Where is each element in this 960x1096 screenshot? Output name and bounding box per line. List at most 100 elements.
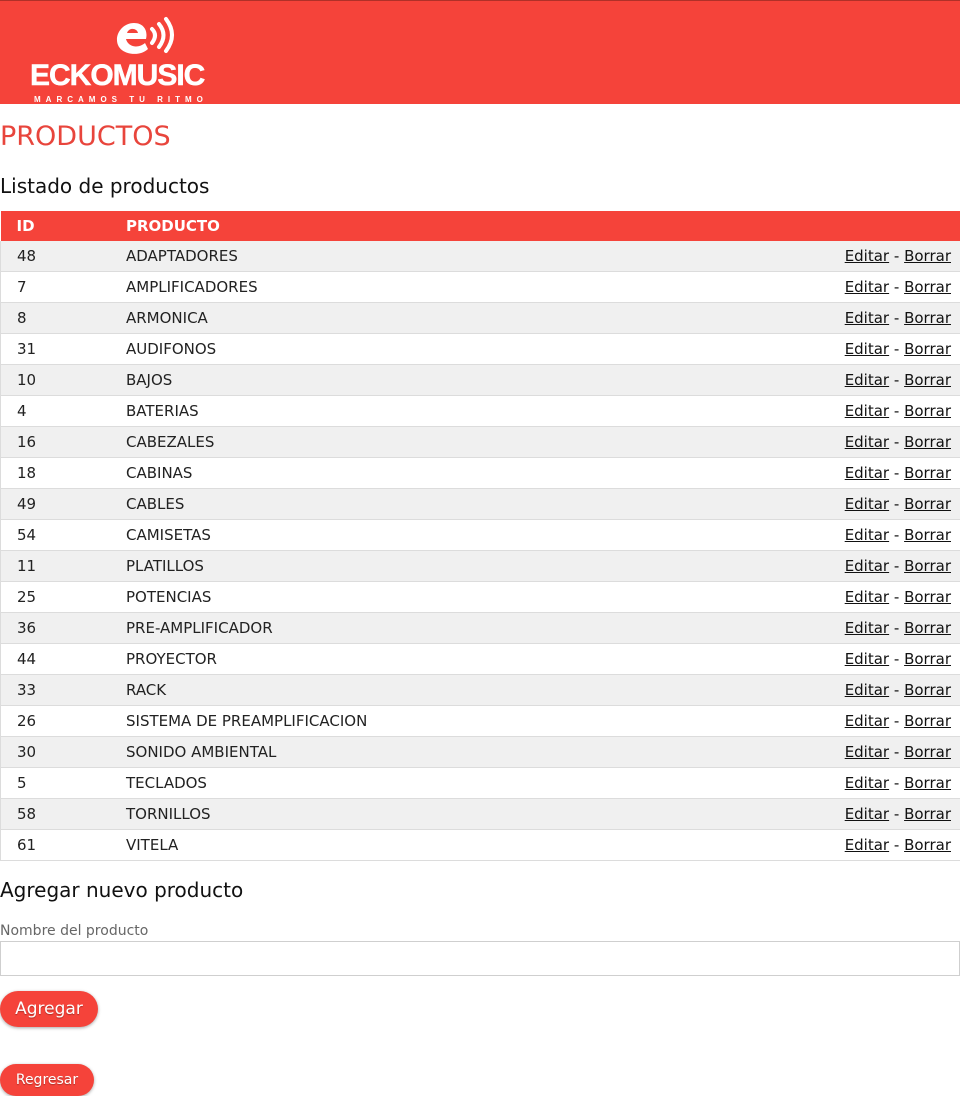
product-name: VITELA [126,829,691,861]
delete-link[interactable]: Borrar [904,619,951,637]
logo-tagline: MARCAMOS TU RITMO [34,95,208,104]
delete-link[interactable]: Borrar [904,557,951,575]
product-id: 10 [0,364,126,396]
table-row: 18 CABINAS Editar - Borrar [0,457,960,489]
action-separator: - [893,712,900,730]
edit-link[interactable]: Editar [845,619,889,637]
product-name: PLATILLOS [126,550,691,582]
action-separator: - [893,619,900,637]
delete-link[interactable]: Borrar [904,836,951,854]
product-name: CABLES [126,488,691,520]
product-id: 5 [0,767,126,799]
edit-link[interactable]: Editar [845,464,889,482]
row-actions: Editar - Borrar [690,241,960,272]
edit-link[interactable]: Editar [845,743,889,761]
table-row: 5 TECLADOS Editar - Borrar [0,767,960,799]
delete-link[interactable]: Borrar [904,712,951,730]
delete-link[interactable]: Borrar [904,309,951,327]
row-actions: Editar - Borrar [690,271,960,303]
edit-link[interactable]: Editar [845,402,889,420]
table-header-row: ID PRODUCTO [0,211,960,241]
edit-link[interactable]: Editar [845,588,889,606]
delete-link[interactable]: Borrar [904,774,951,792]
products-table: ID PRODUCTO 48 ADAPTADORES Editar - Borrar… [0,211,960,861]
product-name: SISTEMA DE PREAMPLIFICACION [126,705,691,737]
eckomusic-logo[interactable]: ECKOMUSIC MARCAMOS TU RITMO [30,15,245,104]
delete-link[interactable]: Borrar [904,371,951,389]
edit-link[interactable]: Editar [845,712,889,730]
delete-link[interactable]: Borrar [904,743,951,761]
product-name: CAMISETAS [126,519,691,551]
edit-link[interactable]: Editar [845,836,889,854]
edit-link[interactable]: Editar [845,371,889,389]
edit-link[interactable]: Editar [845,278,889,296]
table-row: 10 BAJOS Editar - Borrar [0,364,960,396]
product-id: 11 [0,550,126,582]
delete-link[interactable]: Borrar [904,681,951,699]
table-row: 33 RACK Editar - Borrar [0,674,960,706]
delete-link[interactable]: Borrar [904,247,951,265]
edit-link[interactable]: Editar [845,247,889,265]
edit-link[interactable]: Editar [845,340,889,358]
action-separator: - [893,650,900,668]
product-name: BAJOS [126,364,691,396]
delete-link[interactable]: Borrar [904,495,951,513]
edit-link[interactable]: Editar [845,526,889,544]
edit-link[interactable]: Editar [845,774,889,792]
row-actions: Editar - Borrar [690,581,960,613]
edit-link[interactable]: Editar [845,650,889,668]
product-id: 18 [0,457,126,489]
action-separator: - [893,526,900,544]
table-row: 4 BATERIAS Editar - Borrar [0,395,960,427]
action-separator: - [893,836,900,854]
column-header-product: PRODUCTO [126,217,220,235]
back-button[interactable]: Regresar [0,1064,94,1096]
table-row: 31 AUDIFONOS Editar - Borrar [0,333,960,365]
delete-link[interactable]: Borrar [904,464,951,482]
edit-link[interactable]: Editar [845,495,889,513]
action-separator: - [893,247,900,265]
row-actions: Editar - Borrar [690,550,960,582]
products-table-body: 48 ADAPTADORES Editar - Borrar 7 AMPLIFICADO… [0,241,960,861]
table-row: 54 CAMISETAS Editar - Borrar [0,519,960,551]
product-name: AUDIFONOS [126,333,691,365]
edit-link[interactable]: Editar [845,681,889,699]
action-separator: - [893,309,900,327]
product-name: ADAPTADORES [126,241,691,272]
product-name-input[interactable] [0,941,960,976]
row-actions: Editar - Borrar [690,705,960,737]
product-id: 61 [0,829,126,861]
row-actions: Editar - Borrar [690,736,960,768]
row-actions: Editar - Borrar [690,457,960,489]
table-row: 58 TORNILLOS Editar - Borrar [0,798,960,830]
table-row: 61 VITELA Editar - Borrar [0,829,960,861]
edit-link[interactable]: Editar [845,433,889,451]
delete-link[interactable]: Borrar [904,650,951,668]
delete-link[interactable]: Borrar [904,526,951,544]
column-header-actions [690,211,960,241]
table-row: 30 SONIDO AMBIENTAL Editar - Borrar [0,736,960,768]
row-actions: Editar - Borrar [690,674,960,706]
action-separator: - [893,371,900,389]
row-actions: Editar - Borrar [690,767,960,799]
edit-link[interactable]: Editar [845,309,889,327]
product-name: POTENCIAS [126,581,691,613]
edit-link[interactable]: Editar [845,557,889,575]
table-row: 44 PROYECTOR Editar - Borrar [0,643,960,675]
delete-link[interactable]: Borrar [904,340,951,358]
delete-link[interactable]: Borrar [904,433,951,451]
delete-link[interactable]: Borrar [904,402,951,420]
add-product-button[interactable]: Agregar [0,991,98,1027]
row-actions: Editar - Borrar [690,798,960,830]
action-separator: - [893,433,900,451]
product-id: 33 [0,674,126,706]
product-name: CABEZALES [126,426,691,458]
delete-link[interactable]: Borrar [904,588,951,606]
delete-link[interactable]: Borrar [904,805,951,823]
row-actions: Editar - Borrar [690,643,960,675]
page-title: PRODUCTOS [0,121,171,152]
product-id: 7 [0,271,126,303]
row-actions: Editar - Borrar [690,426,960,458]
edit-link[interactable]: Editar [845,805,889,823]
delete-link[interactable]: Borrar [904,278,951,296]
